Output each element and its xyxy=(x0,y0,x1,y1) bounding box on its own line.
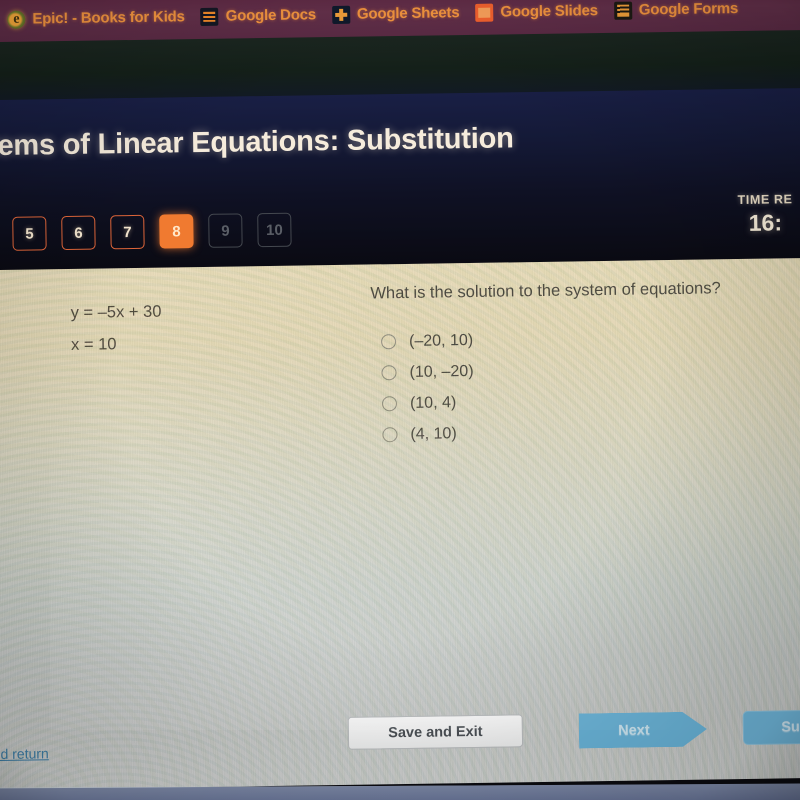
answer-choice-d[interactable]: (4, 10) xyxy=(382,418,474,450)
question-pager: 4 5 6 7 8 9 10 xyxy=(0,212,292,252)
quiz-header: ystems of Linear Equations: Substitution… xyxy=(0,87,800,273)
equation-line-1: y = –5x + 30 xyxy=(70,302,162,322)
question-prompt: What is the solution to the system of eq… xyxy=(370,279,721,303)
epic-icon xyxy=(7,10,26,29)
photographed-screen: o Epic! - Books for Kids Google Docs Goo… xyxy=(0,0,800,800)
radio-button-icon[interactable] xyxy=(381,396,398,412)
pager-item-9: 9 xyxy=(208,213,243,248)
question-panel: y = –5x + 30 x = 10 What is the solution… xyxy=(0,257,800,791)
google-forms-icon xyxy=(613,1,632,20)
bookmark-label: Google Docs xyxy=(225,6,317,25)
pager-item-10: 10 xyxy=(257,212,292,248)
time-remaining: TIME RE 16: xyxy=(705,192,800,238)
answer-choices: (–20, 10) (10, –20) (10, 4) (4, 10) xyxy=(380,325,475,450)
bookmark-google-slides[interactable]: Google Slides xyxy=(475,2,598,22)
bookmark-google-forms[interactable]: Google Forms xyxy=(613,0,739,20)
pager-item-7[interactable]: 7 xyxy=(110,214,145,250)
next-button[interactable]: Next xyxy=(579,712,708,749)
bookmark-label: Google Sheets xyxy=(356,4,460,23)
answer-choice-label: (10, –20) xyxy=(409,362,474,381)
save-and-return-link[interactable]: his and return xyxy=(0,745,49,762)
save-and-exit-button[interactable]: Save and Exit xyxy=(347,714,524,750)
bookmark-label: Google Slides xyxy=(500,2,598,21)
answer-choice-label: (10, 4) xyxy=(409,393,457,412)
radio-button-icon[interactable] xyxy=(381,365,397,381)
time-remaining-label: TIME RE xyxy=(737,192,793,208)
system-of-equations: y = –5x + 30 x = 10 xyxy=(70,296,162,361)
equation-line-2: x = 10 xyxy=(70,335,117,354)
bookmark-label: Google Forms xyxy=(638,0,739,19)
screen-surface: o Epic! - Books for Kids Google Docs Goo… xyxy=(0,0,800,800)
radio-button-icon[interactable] xyxy=(382,427,398,443)
page-title: ystems of Linear Equations: Substitution xyxy=(0,122,514,163)
bookmark-google-docs[interactable]: Google Docs xyxy=(200,6,317,26)
google-slides-icon xyxy=(475,3,494,22)
question-panel-inner: y = –5x + 30 x = 10 What is the solution… xyxy=(0,257,800,791)
answer-choice-label: (4, 10) xyxy=(410,424,457,443)
time-remaining-value: 16: xyxy=(748,209,783,236)
bookmark-google-sheets[interactable]: Google Sheets xyxy=(331,4,460,24)
pager-item-6[interactable]: 6 xyxy=(61,215,96,251)
radio-button-icon[interactable] xyxy=(380,334,397,350)
action-button-row: Save and Exit Next Submit xyxy=(0,704,800,768)
bookmark-epic[interactable]: Epic! - Books for Kids xyxy=(7,8,185,29)
google-sheets-icon xyxy=(331,5,351,24)
google-docs-icon xyxy=(200,7,219,26)
answer-choice-label: (–20, 10) xyxy=(408,331,474,350)
pager-item-5[interactable]: 5 xyxy=(12,216,47,251)
answer-choice-c[interactable]: (10, 4) xyxy=(381,387,474,419)
answer-choice-b[interactable]: (10, –20) xyxy=(381,356,474,388)
pager-item-8-current[interactable]: 8 xyxy=(159,214,194,249)
bookmark-label: Epic! - Books for Kids xyxy=(32,8,185,28)
submit-button[interactable]: Submit xyxy=(742,709,800,746)
answer-choice-a[interactable]: (–20, 10) xyxy=(380,325,474,357)
